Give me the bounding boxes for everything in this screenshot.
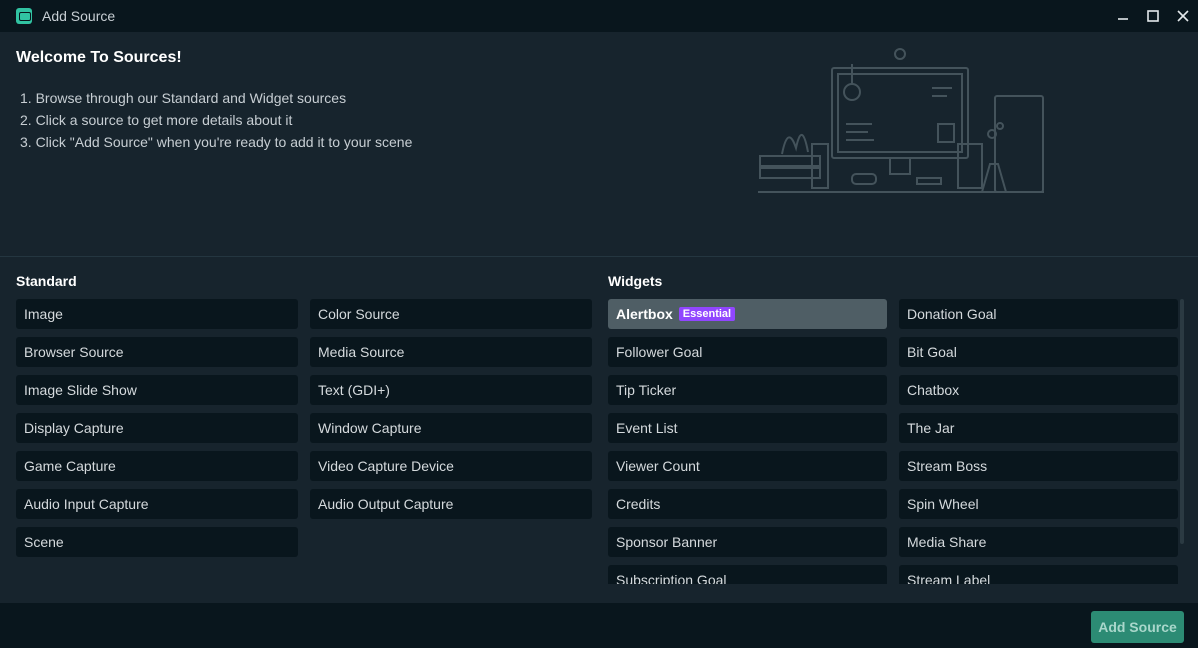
- source-item-window-capture[interactable]: Window Capture: [310, 413, 592, 443]
- source-item-color-source[interactable]: Color Source: [310, 299, 592, 329]
- widget-item-viewer-count[interactable]: Viewer Count: [608, 451, 887, 481]
- source-item-audio-output-capture[interactable]: Audio Output Capture: [310, 489, 592, 519]
- welcome-header: Welcome To Sources! 1. Browse through ou…: [0, 32, 1198, 257]
- studio-illustration: [758, 48, 1044, 193]
- widget-item-stream-label[interactable]: Stream Label: [899, 565, 1178, 584]
- widget-item-donation-goal[interactable]: Donation Goal: [899, 299, 1178, 329]
- widget-item-subscription-goal[interactable]: Subscription Goal: [608, 565, 887, 584]
- source-item-browser-source[interactable]: Browser Source: [16, 337, 298, 367]
- widgets-section-title: Widgets: [608, 273, 663, 289]
- widget-item-bit-goal[interactable]: Bit Goal: [899, 337, 1178, 367]
- widgets-scrollbar[interactable]: [1180, 299, 1184, 544]
- widget-item-spin-wheel[interactable]: Spin Wheel: [899, 489, 1178, 519]
- widget-item-tip-ticker[interactable]: Tip Ticker: [608, 375, 887, 405]
- widget-item-event-list[interactable]: Event List: [608, 413, 887, 443]
- welcome-title: Welcome To Sources!: [16, 49, 182, 66]
- title-bar: Add Source: [0, 0, 1198, 32]
- widget-item-alertbox[interactable]: Alertbox Essential: [608, 299, 887, 329]
- source-item-image-slide-show[interactable]: Image Slide Show: [16, 375, 298, 405]
- source-item-display-capture[interactable]: Display Capture: [16, 413, 298, 443]
- instruction-step: 2. Click a source to get more details ab…: [20, 112, 293, 128]
- source-item-video-capture-device[interactable]: Video Capture Device: [310, 451, 592, 481]
- standard-section-title: Standard: [16, 273, 77, 289]
- source-item-media-source[interactable]: Media Source: [310, 337, 592, 367]
- source-item-game-capture[interactable]: Game Capture: [16, 451, 298, 481]
- app-icon: [16, 8, 32, 24]
- widgets-list[interactable]: Alertbox Essential Follower Goal Tip Tic…: [608, 299, 1185, 584]
- widget-item-follower-goal[interactable]: Follower Goal: [608, 337, 887, 367]
- source-item-text-gdi[interactable]: Text (GDI+): [310, 375, 592, 405]
- add-source-button[interactable]: Add Source: [1091, 611, 1184, 643]
- instruction-step: 3. Click "Add Source" when you're ready …: [20, 134, 413, 150]
- widget-item-chatbox[interactable]: Chatbox: [899, 375, 1178, 405]
- minimize-icon[interactable]: [1108, 0, 1138, 32]
- window-title: Add Source: [42, 8, 116, 24]
- widget-item-the-jar[interactable]: The Jar: [899, 413, 1178, 443]
- instruction-step: 1. Browse through our Standard and Widge…: [20, 90, 347, 106]
- footer-bar: Add Source: [0, 603, 1198, 648]
- maximize-icon[interactable]: [1138, 0, 1168, 32]
- essential-badge: Essential: [678, 307, 736, 321]
- source-item-audio-input-capture[interactable]: Audio Input Capture: [16, 489, 298, 519]
- instruction-list: 1. Browse through our Standard and Widge…: [20, 87, 412, 153]
- widget-item-sponsor-banner[interactable]: Sponsor Banner: [608, 527, 887, 557]
- window-controls: [1108, 0, 1198, 32]
- close-icon[interactable]: [1168, 0, 1198, 32]
- widget-item-stream-boss[interactable]: Stream Boss: [899, 451, 1178, 481]
- widget-item-media-share[interactable]: Media Share: [899, 527, 1178, 557]
- source-item-image[interactable]: Image: [16, 299, 298, 329]
- widget-label: Alertbox: [616, 306, 673, 322]
- source-item-scene[interactable]: Scene: [16, 527, 298, 557]
- widget-item-credits[interactable]: Credits: [608, 489, 887, 519]
